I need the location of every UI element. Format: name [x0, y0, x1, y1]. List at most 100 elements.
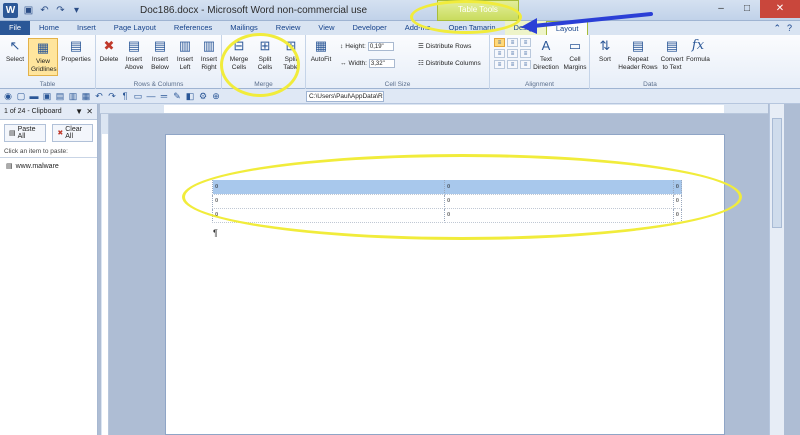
tab-home[interactable]: Home: [30, 21, 68, 35]
line-style-icon[interactable]: —: [146, 91, 156, 101]
undo-icon[interactable]: ↶: [94, 91, 104, 102]
close-button[interactable]: ✕: [760, 0, 800, 18]
close-pane-icon[interactable]: ✕: [86, 104, 93, 120]
sort-button[interactable]: ⇅ Sort: [594, 38, 616, 64]
pen-icon[interactable]: ✎: [172, 91, 182, 102]
table-icon[interactable]: ▦: [81, 91, 91, 102]
group-label-data: Data: [643, 81, 657, 88]
select-button[interactable]: ↖ Select: [4, 38, 26, 64]
distribute-columns-button[interactable]: ☷ Distribute Columns: [418, 59, 481, 68]
align-bottom-right-button[interactable]: ≡: [520, 60, 531, 69]
height-input[interactable]: 0,19": [367, 42, 394, 51]
repeat-header-rows-button[interactable]: ▤ Repeat Header Rows: [618, 38, 658, 72]
line-weight-icon[interactable]: ═: [159, 91, 169, 101]
format-icon[interactable]: ¶: [120, 91, 130, 101]
clipboard-pane: 1 of 24 - Clipboard ▼ ✕ ▤ Paste All ✖ Cl…: [0, 104, 98, 435]
save-icon[interactable]: ▣: [22, 4, 35, 17]
tab-file[interactable]: File: [0, 21, 30, 35]
delete-icon: ✖: [103, 38, 115, 53]
tab-page-layout[interactable]: Page Layout: [105, 21, 165, 35]
align-top-center-button[interactable]: ≡: [507, 38, 518, 47]
title-bar: W ▣ ↶ ↷ ▾ Doc186.docx - Microsoft Word n…: [0, 0, 800, 21]
tab-references[interactable]: References: [165, 21, 221, 35]
document-path-field[interactable]: C:\Users\Paul\AppData\Roamir: [306, 91, 384, 102]
text-direction-icon: A: [541, 38, 551, 53]
word-app-icon[interactable]: W: [3, 3, 18, 18]
width-icon: ↔: [340, 60, 347, 67]
group-table: ↖ Select ▦ View Gridlines ▤ Properties T…: [0, 35, 96, 89]
scrollbar-thumb[interactable]: [772, 118, 782, 228]
pane-options-icon[interactable]: ▼: [75, 104, 83, 120]
redo-icon[interactable]: ↷: [107, 91, 117, 102]
clear-icon: ✖: [57, 130, 64, 137]
horizontal-ruler[interactable]: [100, 104, 768, 114]
tab-insert[interactable]: Insert: [68, 21, 105, 35]
distribute-columns-icon: ☷: [418, 60, 424, 67]
annotation-arrow: [521, 12, 653, 34]
width-input[interactable]: 3,32": [368, 59, 395, 68]
clear-all-button[interactable]: ✖ Clear All: [52, 124, 93, 142]
insert-left-button[interactable]: ▥ Insert Left: [174, 38, 196, 72]
cell-margins-button[interactable]: ▭ Cell Margins: [562, 38, 588, 72]
insert-above-button[interactable]: ▤ Insert Above: [122, 38, 146, 72]
tab-review[interactable]: Review: [267, 21, 310, 35]
shading-icon[interactable]: ◧: [185, 91, 195, 102]
undo-icon[interactable]: ↶: [38, 4, 51, 17]
convert-to-text-icon: ▤: [665, 38, 679, 53]
minimize-ribbon-icon[interactable]: ⌃: [773, 23, 781, 34]
insert-right-icon: ▥: [202, 38, 216, 53]
convert-to-text-button[interactable]: ▤ Convert to Text: [658, 38, 686, 72]
formula-button[interactable]: fx Formula: [686, 38, 710, 64]
text-direction-button[interactable]: A Text Direction: [532, 38, 560, 72]
properties-button[interactable]: ▤ Properties: [60, 38, 92, 64]
tab-developer[interactable]: Developer: [344, 21, 396, 35]
distribute-rows-button[interactable]: ☰ Distribute Rows: [418, 42, 471, 51]
open-folder-icon[interactable]: ▬: [29, 91, 39, 101]
align-bottom-left-button[interactable]: ≡: [494, 60, 505, 69]
paragraph-mark: ¶: [213, 228, 218, 238]
zoom-icon[interactable]: ⊕: [211, 91, 221, 102]
window-title: Doc186.docx - Microsoft Word non-commerc…: [140, 5, 368, 16]
ribbon-tabs: File Home Insert Page Layout References …: [0, 21, 800, 35]
gridlines-icon: ▦: [36, 40, 50, 55]
align-center-right-button[interactable]: ≡: [520, 49, 531, 58]
new-doc-icon[interactable]: ▢: [16, 91, 26, 102]
paste-all-button[interactable]: ▤ Paste All: [4, 124, 47, 142]
align-center-button[interactable]: ≡: [507, 49, 518, 58]
align-center-left-button[interactable]: ≡: [494, 49, 505, 58]
save-icon[interactable]: ▣: [42, 91, 52, 102]
group-cell-size: ▦ AutoFit ↕ Height: 0,19" ↔ Width: 3,32"…: [306, 35, 490, 89]
ribbon: ↖ Select ▦ View Gridlines ▤ Properties T…: [0, 35, 800, 89]
tab-view[interactable]: View: [309, 21, 343, 35]
cell-margins-icon: ▭: [568, 38, 582, 53]
print-icon[interactable]: ▤: [55, 91, 65, 102]
delete-button[interactable]: ✖ Delete: [98, 38, 120, 64]
help-icon[interactable]: ?: [787, 23, 792, 33]
sort-icon: ⇅: [599, 38, 611, 53]
vertical-scrollbar[interactable]: [769, 104, 784, 435]
clipboard-title: 1 of 24 - Clipboard: [4, 108, 62, 115]
custom-toolbar: ◉ ▢ ▬ ▣ ▤ ▥ ▦ ↶ ↷ ¶ ▭ — ═ ✎ ◧ ⚙ ⊕: [0, 89, 800, 104]
view-gridlines-button[interactable]: ▦ View Gridlines: [28, 38, 58, 76]
insert-below-button[interactable]: ▤ Insert Below: [148, 38, 172, 72]
redo-icon[interactable]: ↷: [54, 4, 67, 17]
border-icon[interactable]: ▭: [133, 91, 143, 102]
toolbar-icon-1[interactable]: ◉: [3, 91, 13, 102]
align-top-left-button[interactable]: ≡: [494, 38, 505, 47]
tools-icon[interactable]: ⚙: [198, 91, 208, 102]
clipboard-item[interactable]: ▤ www.malware: [0, 158, 97, 174]
insert-right-button[interactable]: ▥ Insert Right: [198, 38, 220, 72]
group-label-rows-columns: Rows & Columns: [133, 81, 184, 88]
clipboard-buttons: ▤ Paste All ✖ Clear All: [0, 120, 97, 146]
paste-icon: ▤: [9, 130, 16, 137]
preview-icon[interactable]: ▥: [68, 91, 78, 102]
align-bottom-center-button[interactable]: ≡: [507, 60, 518, 69]
ribbon-right-icons: ⌃ ?: [773, 21, 800, 35]
cursor-icon: ↖: [9, 38, 21, 53]
maximize-button[interactable]: □: [734, 0, 760, 18]
group-data: ⇅ Sort ▤ Repeat Header Rows ▤ Convert to…: [590, 35, 710, 89]
autofit-button[interactable]: ▦ AutoFit: [308, 38, 334, 64]
customize-icon[interactable]: ▾: [70, 4, 83, 17]
vertical-ruler[interactable]: [101, 114, 109, 435]
minimize-button[interactable]: –: [708, 0, 734, 18]
